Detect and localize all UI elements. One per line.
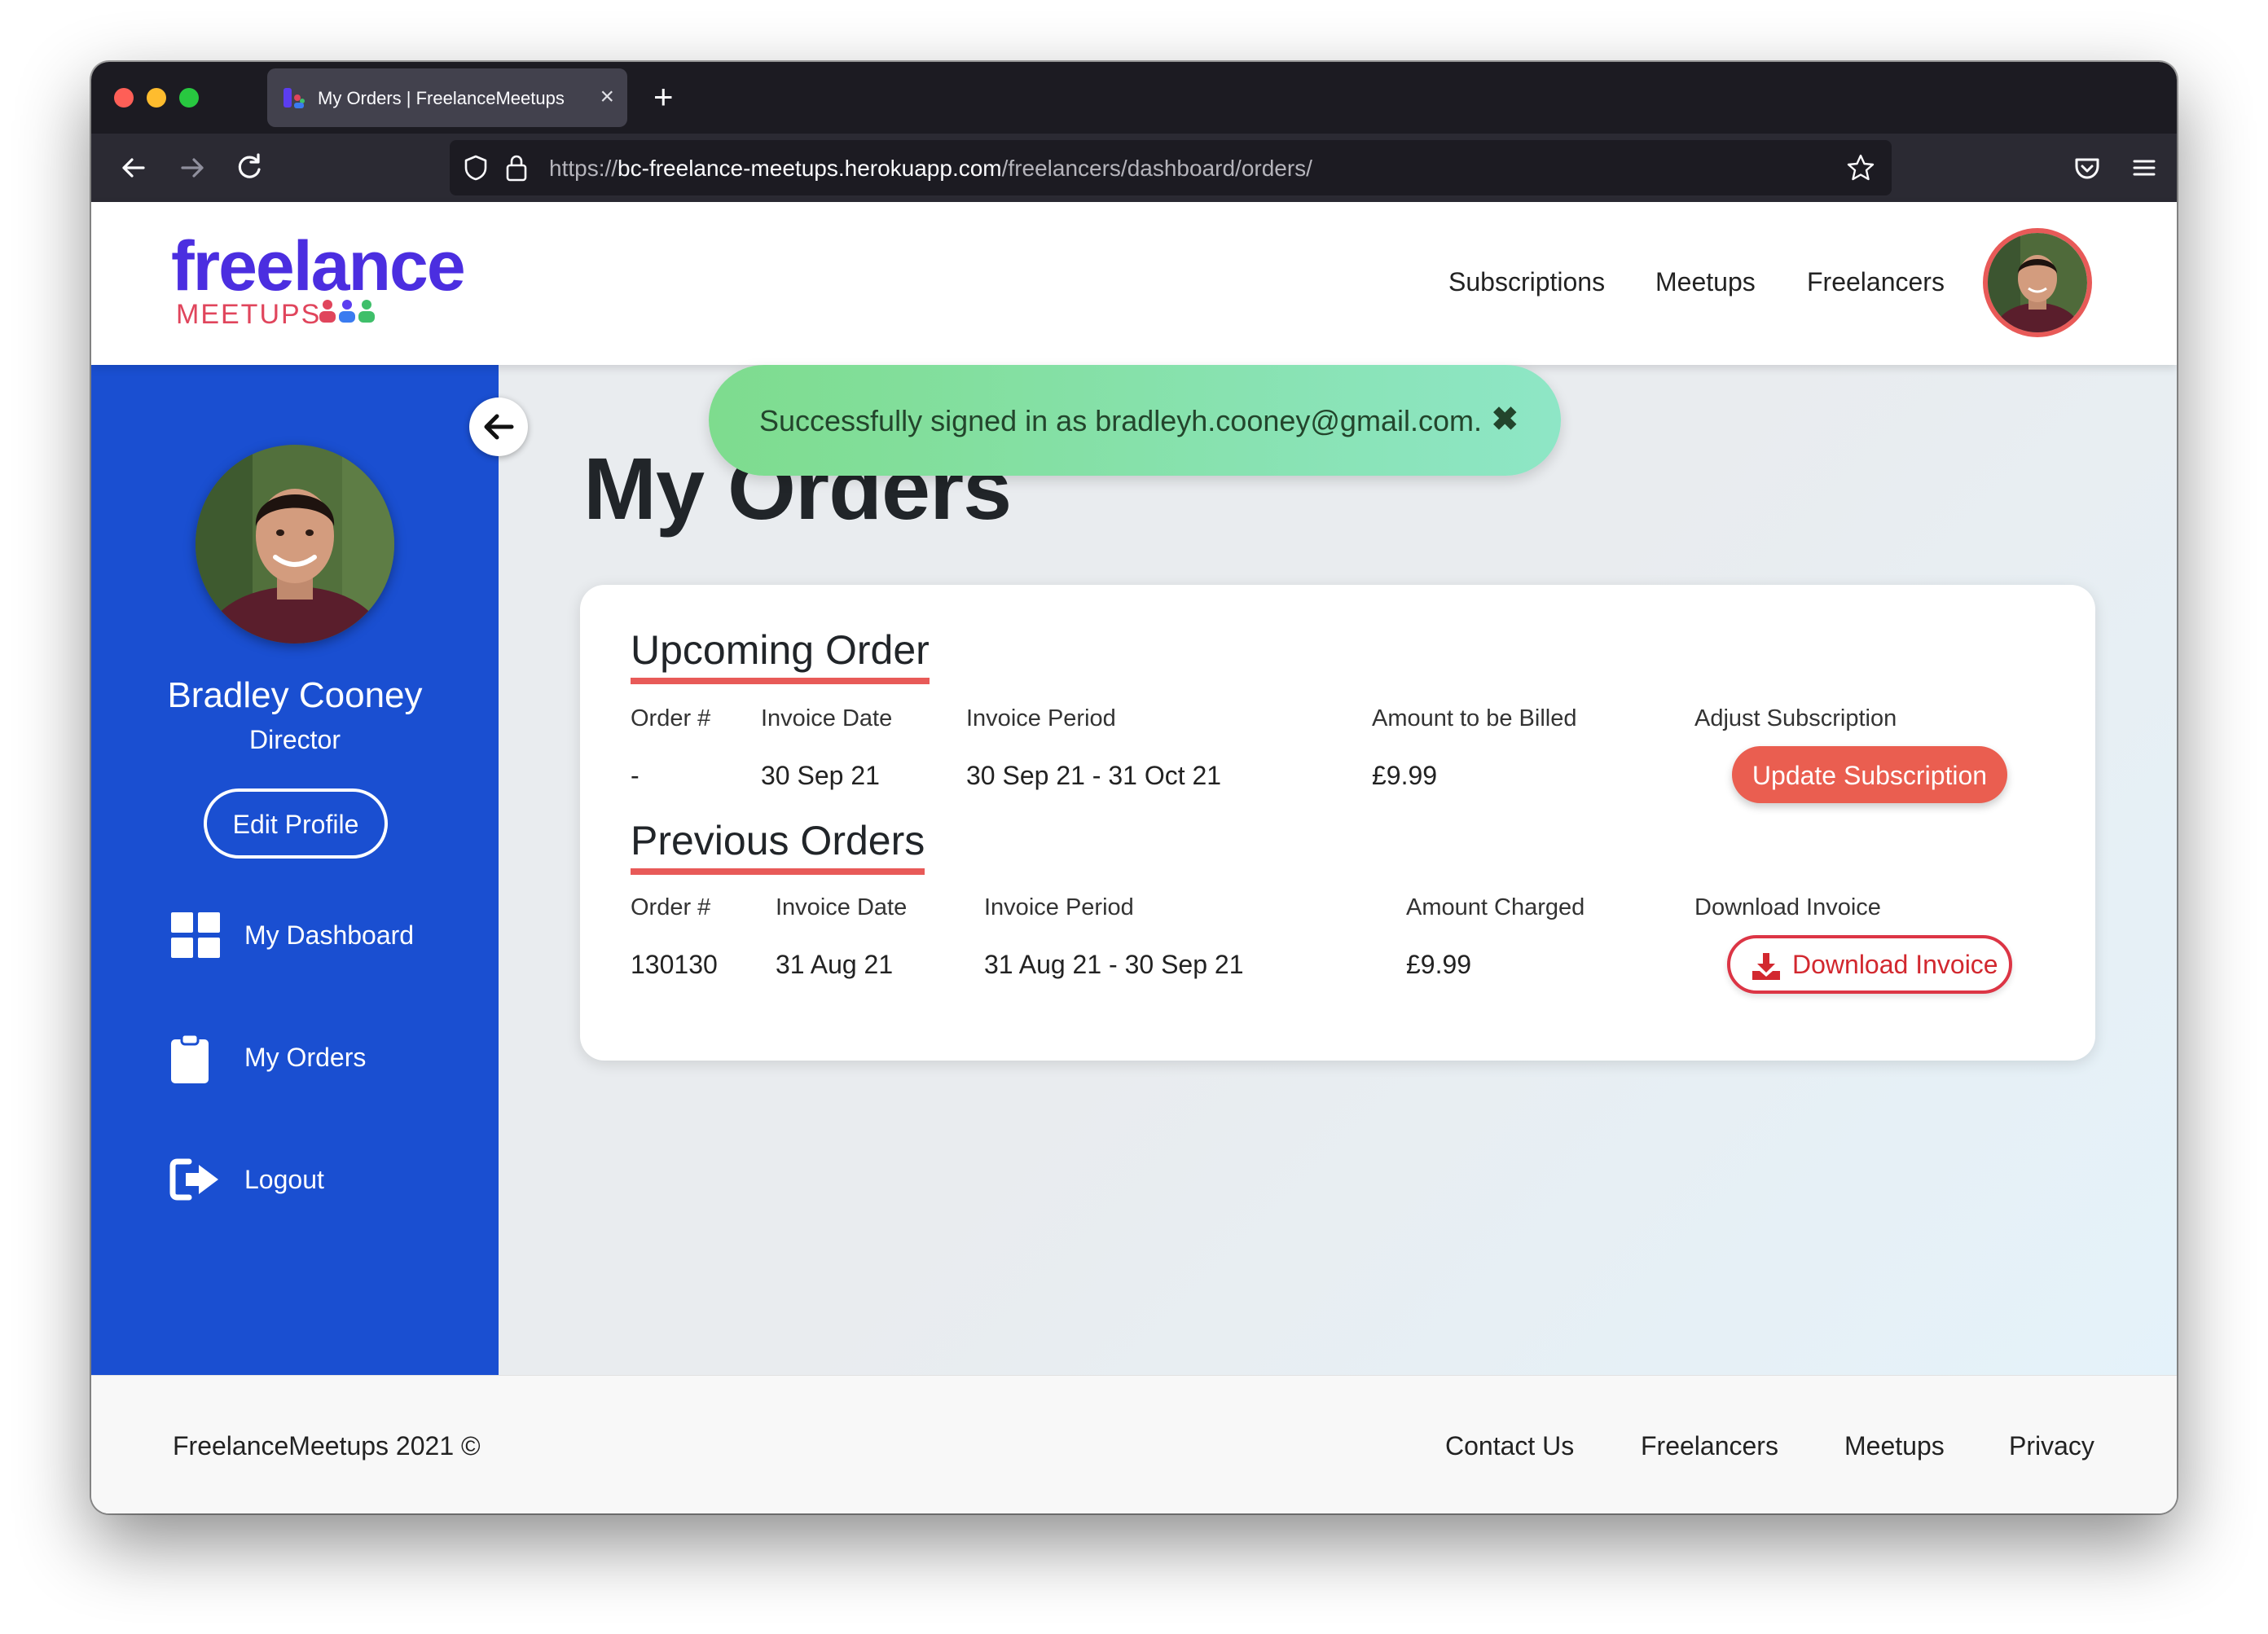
orders-card: Upcoming Order Order # Invoice Date Invo… bbox=[580, 585, 2095, 1061]
grid-icon bbox=[171, 912, 220, 958]
edit-profile-button[interactable]: Edit Profile bbox=[204, 788, 388, 859]
logo-subtitle[interactable]: MEETUPS bbox=[176, 298, 321, 331]
invoice-date: 30 Sep 21 bbox=[761, 761, 880, 790]
clipboard-icon bbox=[171, 1033, 209, 1083]
invoice-date: 31 Aug 21 bbox=[776, 950, 894, 979]
column-header: Amount Charged bbox=[1406, 894, 1585, 920]
back-arrow-icon[interactable] bbox=[116, 150, 152, 186]
bookmark-star-icon[interactable] bbox=[1844, 152, 1877, 184]
amount-billed: £9.99 bbox=[1372, 761, 1438, 790]
column-header: Amount to be Billed bbox=[1372, 705, 1577, 731]
url-host: bc-freelance-meetups.herokuapp.com bbox=[618, 156, 1002, 181]
column-header: Invoice Period bbox=[966, 705, 1116, 731]
column-header: Order # bbox=[631, 705, 711, 731]
reload-icon[interactable] bbox=[231, 150, 267, 186]
sidebar-item-orders[interactable]: My Orders bbox=[91, 1025, 499, 1090]
footer-copyright: FreelanceMeetups 2021 © bbox=[173, 1431, 481, 1460]
sidebar-collapse-button[interactable] bbox=[469, 398, 528, 456]
header-avatar[interactable] bbox=[1983, 228, 2092, 337]
amount-charged: £9.99 bbox=[1406, 950, 1472, 979]
user-name: Bradley Cooney bbox=[167, 675, 423, 715]
page-content: freelance MEETUPS Subscriptions Meetups … bbox=[91, 202, 2177, 1513]
column-header: Invoice Period bbox=[984, 894, 1134, 920]
user-photo-icon bbox=[196, 445, 394, 643]
download-icon bbox=[1752, 953, 1780, 980]
user-photo-icon bbox=[1988, 233, 2087, 332]
window-zoom-button[interactable] bbox=[179, 88, 199, 108]
site-header: freelance MEETUPS Subscriptions Meetups … bbox=[91, 202, 2177, 365]
browser-window: My Orders | FreelanceMeetups × + https:/… bbox=[91, 62, 2177, 1513]
column-header: Invoice Date bbox=[761, 705, 893, 731]
previous-orders-title: Previous Orders bbox=[631, 816, 925, 875]
sidebar-item-label: My Orders bbox=[244, 1043, 367, 1072]
url-path: /freelancers/dashboard/orders/ bbox=[1001, 156, 1312, 181]
column-header: Adjust Subscription bbox=[1694, 705, 1897, 731]
update-subscription-button[interactable]: Update Subscription bbox=[1732, 746, 2007, 803]
user-role: Director bbox=[248, 725, 341, 754]
sidebar: Bradley Cooney Director Edit Profile My … bbox=[91, 365, 499, 1375]
alert-close-icon[interactable]: ✖ bbox=[1491, 401, 1519, 438]
alert-message: Successfully signed in as bradleyh.coone… bbox=[759, 404, 1482, 437]
tracking-shield-icon[interactable] bbox=[461, 153, 490, 182]
footer-privacy-link[interactable]: Privacy bbox=[2009, 1430, 2094, 1462]
column-header: Download Invoice bbox=[1694, 894, 1881, 920]
logout-icon bbox=[169, 1158, 218, 1201]
nav-freelancers-link[interactable]: Freelancers bbox=[1807, 266, 1945, 298]
tab-close-icon[interactable]: × bbox=[600, 83, 614, 111]
footer-contact-link[interactable]: Contact Us bbox=[1445, 1430, 1574, 1462]
nav-meetups-link[interactable]: Meetups bbox=[1655, 266, 1756, 298]
tab-title: My Orders | FreelanceMeetups bbox=[318, 88, 565, 108]
browser-tab-active[interactable]: My Orders | FreelanceMeetups × bbox=[267, 68, 627, 127]
url-scheme: https:// bbox=[549, 156, 618, 181]
url-bar[interactable]: https://bc-freelance-meetups.herokuapp.c… bbox=[450, 140, 1892, 195]
hamburger-menu-icon[interactable] bbox=[2126, 150, 2162, 186]
footer-freelancers-link[interactable]: Freelancers bbox=[1641, 1430, 1778, 1462]
people-icon bbox=[319, 300, 375, 323]
window-close-button[interactable] bbox=[114, 88, 134, 108]
download-invoice-label: Download Invoice bbox=[1792, 950, 1998, 979]
sidebar-avatar bbox=[196, 445, 394, 643]
browser-tab-bar: My Orders | FreelanceMeetups × + bbox=[91, 62, 2177, 134]
favicon-icon bbox=[284, 88, 305, 108]
sidebar-item-logout[interactable]: Logout bbox=[91, 1147, 499, 1212]
sidebar-item-label: My Dashboard bbox=[244, 920, 415, 950]
invoice-period: 30 Sep 21 - 31 Oct 21 bbox=[966, 761, 1222, 790]
sidebar-item-dashboard[interactable]: My Dashboard bbox=[91, 903, 499, 968]
order-number: 130130 bbox=[631, 950, 718, 979]
footer-meetups-link[interactable]: Meetups bbox=[1844, 1430, 1945, 1462]
arrow-left-icon bbox=[484, 414, 514, 440]
site-footer: FreelanceMeetups 2021 © Contact Us Freel… bbox=[91, 1375, 2177, 1513]
column-header: Order # bbox=[631, 894, 711, 920]
new-tab-button[interactable]: + bbox=[653, 75, 674, 119]
nav-subscriptions-link[interactable]: Subscriptions bbox=[1448, 266, 1605, 298]
download-invoice-button[interactable]: Download Invoice bbox=[1727, 935, 2012, 994]
column-header: Invoice Date bbox=[776, 894, 908, 920]
success-alert: Successfully signed in as bradleyh.coone… bbox=[709, 365, 1561, 476]
forward-arrow-icon[interactable] bbox=[174, 150, 210, 186]
url-text[interactable]: https://bc-freelance-meetups.herokuapp.c… bbox=[549, 155, 1312, 182]
upcoming-order-title: Upcoming Order bbox=[631, 626, 930, 684]
browser-nav-bar: https://bc-freelance-meetups.herokuapp.c… bbox=[91, 134, 2177, 202]
lock-icon[interactable] bbox=[502, 152, 531, 184]
window-minimize-button[interactable] bbox=[147, 88, 166, 108]
pocket-icon[interactable] bbox=[2069, 150, 2105, 186]
invoice-period: 31 Aug 21 - 30 Sep 21 bbox=[984, 950, 1244, 979]
logo-wordmark[interactable]: freelance bbox=[171, 230, 466, 303]
sidebar-item-label: Logout bbox=[244, 1165, 324, 1194]
order-number: - bbox=[631, 761, 640, 790]
